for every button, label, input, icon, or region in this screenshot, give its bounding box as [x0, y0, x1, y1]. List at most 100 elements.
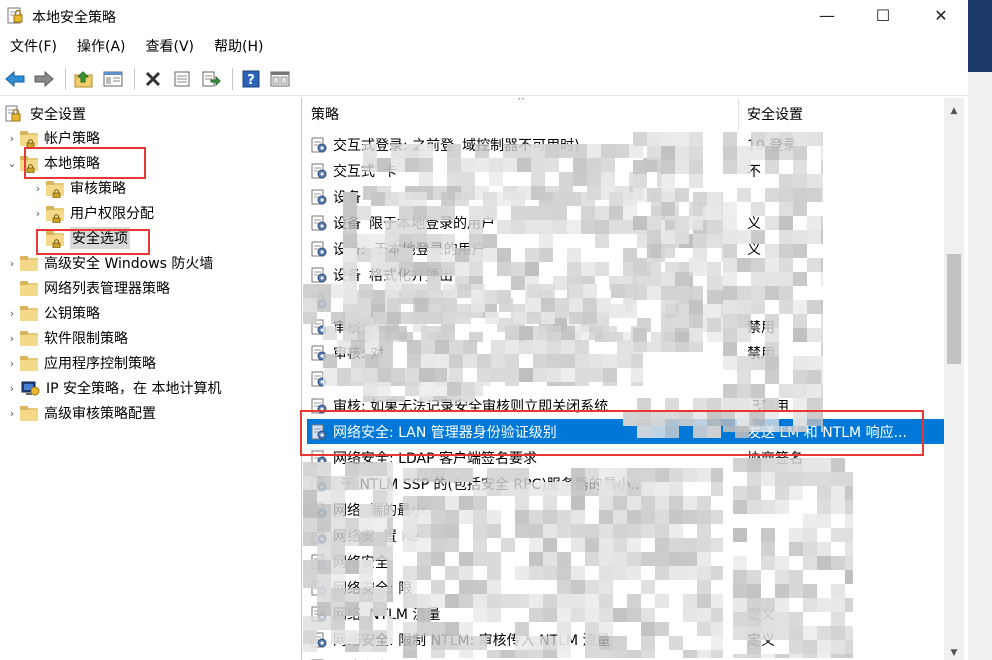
blur-cell	[377, 158, 391, 172]
blur-cell	[459, 622, 473, 636]
blur-cell	[431, 468, 445, 482]
blur-cell	[491, 340, 505, 354]
up-button[interactable]	[71, 66, 97, 92]
blur-cell	[501, 538, 515, 552]
blur-cell	[817, 598, 831, 612]
blur-cell	[629, 144, 643, 158]
blur-cell	[683, 468, 697, 482]
maximize-button[interactable]: ☐	[860, 0, 906, 30]
blur-cell	[803, 514, 817, 528]
blur-cell	[543, 566, 557, 580]
blur-cell	[723, 300, 737, 314]
blur-cell	[627, 552, 641, 566]
tree-root-security-settings[interactable]: 安全设置	[4, 102, 86, 126]
blur-cell	[817, 458, 831, 472]
blur-cell	[403, 510, 417, 524]
scroll-up-arrow-icon[interactable]: ▲	[944, 104, 964, 118]
blur-cell	[547, 326, 561, 340]
blur-cell	[473, 552, 487, 566]
scroll-down-arrow-icon[interactable]: ▼	[944, 646, 964, 660]
collapsed-chevron-icon[interactable]: ›	[4, 251, 20, 275]
tree-item[interactable]: › 公钥策略	[4, 301, 100, 325]
collapsed-chevron-icon[interactable]: ›	[4, 326, 20, 350]
tree-item[interactable]: 安全选项	[30, 226, 130, 250]
collapsed-chevron-icon[interactable]: ›	[30, 201, 46, 225]
export-button[interactable]	[198, 66, 224, 92]
blur-cell	[557, 594, 571, 608]
show-hide-tree-button[interactable]	[100, 66, 126, 92]
blur-cell	[697, 524, 711, 538]
close-button[interactable]: ✕	[918, 0, 964, 30]
blur-cell	[385, 248, 399, 262]
blur-cell	[387, 588, 393, 602]
tree-item[interactable]: › 高级审核策略配置	[4, 401, 156, 425]
tree-item[interactable]: › 用户权限分配	[30, 201, 154, 225]
blur-cell	[553, 192, 567, 206]
forward-button[interactable]	[31, 66, 57, 92]
blur-cell	[441, 192, 455, 206]
help-button[interactable]: ?	[238, 66, 264, 92]
blur-cell	[501, 650, 515, 658]
properties-button[interactable]	[169, 66, 195, 92]
collapsed-chevron-icon[interactable]: ›	[4, 301, 20, 325]
blur-cell	[775, 458, 789, 472]
blur-cell	[501, 594, 515, 608]
tree-item[interactable]: › 应用程序控制策略	[4, 351, 156, 375]
blur-cell	[343, 220, 357, 234]
tree-item[interactable]: › IP 安全策略，在 本地计算机	[4, 376, 222, 400]
blur-cell	[779, 272, 793, 286]
tree-item[interactable]: › 软件限制策略	[4, 326, 128, 350]
menu-file[interactable]: 文件(F)	[0, 34, 67, 60]
collapsed-chevron-icon[interactable]: ›	[4, 376, 20, 400]
view-button[interactable]	[267, 66, 293, 92]
blur-cell	[421, 326, 435, 340]
scroll-thumb[interactable]	[947, 254, 961, 364]
blur-cell	[845, 500, 853, 514]
blur-cell	[431, 594, 445, 608]
blur-cell	[515, 468, 529, 482]
blur-cell	[473, 510, 487, 524]
tree-item[interactable]: 网络列表管理器策略	[4, 276, 170, 300]
expanded-chevron-icon[interactable]: ⌄	[4, 151, 20, 175]
vertical-scrollbar[interactable]: ▲ ▼	[944, 98, 964, 660]
tree-item[interactable]: › 帐户策略	[4, 126, 100, 150]
tree-item[interactable]: ⌄ 本地策略	[4, 151, 100, 175]
blur-cell	[601, 158, 615, 172]
delete-button[interactable]	[140, 66, 166, 92]
blur-cell	[779, 244, 793, 258]
back-button[interactable]	[2, 66, 28, 92]
menu-view[interactable]: 查看(V)	[136, 34, 205, 60]
blur-cell	[675, 160, 689, 174]
blur-cell	[567, 192, 581, 206]
blur-cell	[789, 654, 803, 658]
menu-help[interactable]: 帮助(H)	[204, 34, 273, 60]
blur-cell	[599, 524, 613, 538]
blur-cell	[793, 202, 807, 216]
collapsed-chevron-icon[interactable]: ›	[30, 176, 46, 200]
blur-cell	[779, 202, 793, 216]
blur-cell	[331, 560, 345, 574]
collapsed-chevron-icon[interactable]: ›	[4, 401, 20, 425]
blur-cell	[517, 144, 531, 158]
blur-cell	[807, 398, 821, 412]
collapsed-chevron-icon[interactable]: ›	[4, 126, 20, 150]
blur-cell	[543, 482, 557, 496]
collapsed-chevron-icon[interactable]: ›	[4, 351, 20, 375]
blur-cell	[413, 234, 427, 248]
blur-cell	[431, 510, 445, 524]
tree-item[interactable]: › 高级安全 Windows 防火墙	[4, 251, 213, 275]
blur-cell	[655, 496, 669, 510]
back-icon	[5, 70, 25, 87]
tree-item[interactable]: › 审核策略	[30, 176, 126, 200]
menu-action[interactable]: 操作(A)	[67, 34, 136, 60]
blur-cell	[363, 368, 377, 382]
blur-cell	[419, 172, 433, 186]
blur-cell	[821, 356, 823, 370]
blur-cell	[711, 594, 723, 608]
blur-cell	[489, 158, 503, 172]
minimize-button[interactable]: —	[804, 0, 850, 30]
blur-cell	[573, 172, 587, 186]
blur-cell	[831, 556, 845, 570]
blur-cell	[531, 144, 545, 158]
blur-cell	[445, 566, 459, 580]
